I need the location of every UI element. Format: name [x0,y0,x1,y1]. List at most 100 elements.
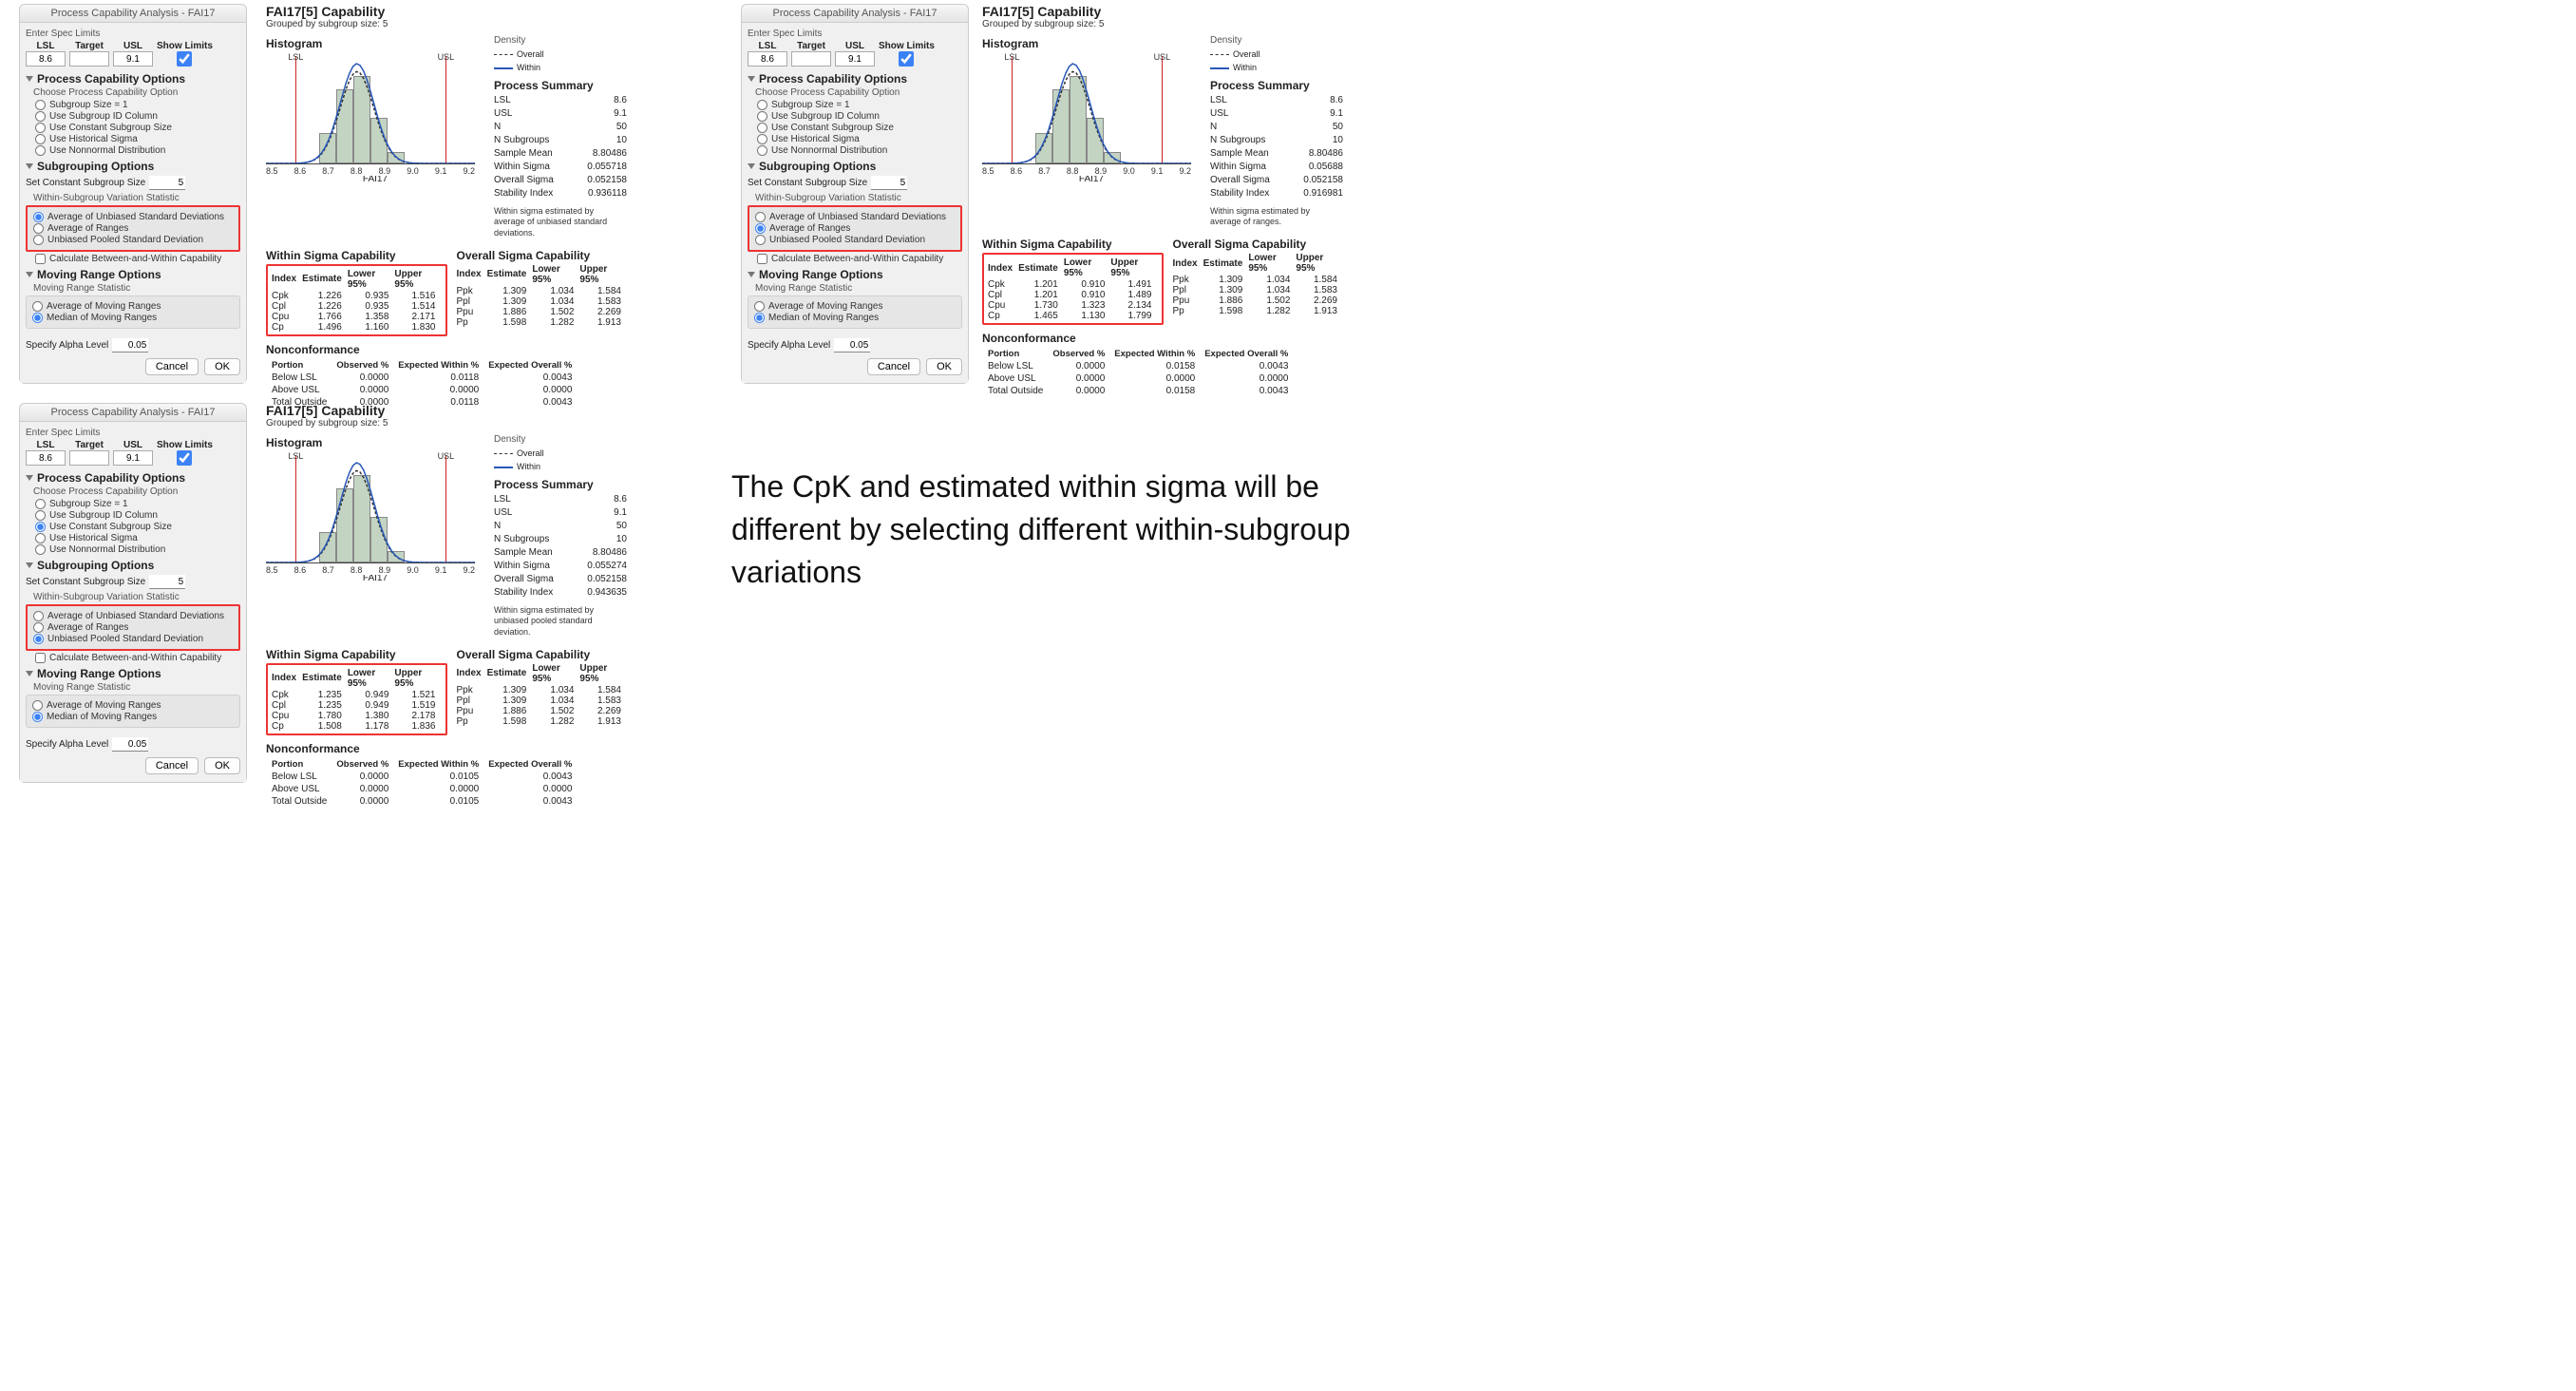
stat-title-label: Within-Subgroup Variation Statistic [33,592,240,602]
subgrouping-section[interactable]: Subgrouping Options [748,160,962,173]
pco-section[interactable]: Process Capability Options [748,72,962,86]
alpha-input[interactable] [834,338,870,353]
usl-header: USL [123,440,142,450]
set-const-input[interactable] [149,176,185,190]
cancel-button[interactable]: Cancel [145,757,199,774]
pco-nn-label: Use Nonnormal Distribution [49,544,165,555]
within-sigma-title: Within Sigma Capability [266,249,447,262]
pco-sub1-radio[interactable] [35,100,46,110]
lsl-header: LSL [37,41,55,51]
lsl-input[interactable] [26,450,66,466]
variation-stat-group: Average of Unbiased Standard DeviationsA… [26,604,240,651]
usl-input[interactable] [113,450,153,466]
overall-sigma-title: Overall Sigma Capability [1173,238,1344,251]
stat-avg_unbiased-radio[interactable] [33,212,44,222]
cancel-button[interactable]: Cancel [145,358,199,375]
calc-between-checkbox[interactable] [35,653,46,663]
usl-input[interactable] [113,51,153,67]
choose-option-label: Choose Process Capability Option [755,87,962,98]
lsl-label: LSL [288,52,303,62]
subgrouping-section[interactable]: Subgrouping Options [26,559,240,572]
pco-nn-radio[interactable] [35,544,46,555]
pco-useid-radio[interactable] [35,111,46,122]
variation-stat-group: Average of Unbiased Standard DeviationsA… [748,205,962,252]
pco-hist-radio[interactable] [35,533,46,543]
pco-const-radio[interactable] [35,123,46,133]
pco-section[interactable]: Process Capability Options [26,72,240,86]
lsl-input[interactable] [26,51,66,67]
capability-dialog: Process Capability Analysis - FAI17Enter… [741,4,969,384]
target-header: Target [797,41,825,51]
capability-dialog: Process Capability Analysis - FAI17Enter… [19,4,247,384]
pco-sub1-label: Subgroup Size = 1 [49,100,128,110]
moving-median-label: Median of Moving Ranges [47,712,157,722]
alpha-input[interactable] [112,737,148,752]
stat-avg_ranges-label: Average of Ranges [769,223,850,234]
moving-section[interactable]: Moving Range Options [26,268,240,281]
pco-nn-label: Use Nonnormal Distribution [771,145,887,156]
set-const-input[interactable] [149,575,185,589]
calc-between-checkbox[interactable] [35,254,46,264]
moving-median-radio[interactable] [754,313,765,323]
pco-useid-label: Use Subgroup ID Column [771,111,880,122]
pco-nn-radio[interactable] [35,145,46,156]
pco-sub1-radio[interactable] [757,100,767,110]
legend-overall: Overall [1233,48,1260,61]
histogram-chart: LSLUSL8.58.68.78.88.99.09.19.2 [982,52,1191,176]
ok-button[interactable]: OK [204,757,240,774]
show-limits-checkbox[interactable] [886,51,926,67]
moving-stat-label: Moving Range Statistic [33,283,240,294]
stat-pooled-radio[interactable] [33,634,44,644]
pco-useid-radio[interactable] [35,510,46,521]
target-input[interactable] [69,450,109,466]
calc-between-checkbox[interactable] [757,254,767,264]
moving-median-radio[interactable] [32,712,43,722]
histogram-title: Histogram [266,436,484,449]
ok-button[interactable]: OK [926,358,962,375]
pco-hist-radio[interactable] [35,134,46,144]
moving-avg-radio[interactable] [32,700,43,711]
pco-const-radio[interactable] [757,123,767,133]
legend-within: Within [517,61,540,74]
moving-median-radio[interactable] [32,313,43,323]
stat-avg_ranges-radio[interactable] [33,223,44,234]
moving-avg-radio[interactable] [32,301,43,312]
stat-avg_unbiased-radio[interactable] [33,611,44,621]
stat-avg_ranges-radio[interactable] [755,223,766,234]
nonconformance-table: PortionObserved %Expected Within %Expect… [982,347,1294,398]
subgrouping-section[interactable]: Subgrouping Options [26,160,240,173]
pco-sub1-radio[interactable] [35,499,46,509]
cancel-button[interactable]: Cancel [867,358,920,375]
pco-section[interactable]: Process Capability Options [26,471,240,485]
stat-pooled-radio[interactable] [33,235,44,245]
alpha-input[interactable] [112,338,148,353]
target-input[interactable] [69,51,109,67]
pco-nn-radio[interactable] [757,145,767,156]
moving-section[interactable]: Moving Range Options [26,667,240,680]
histogram-chart: LSLUSL8.58.68.78.88.99.09.19.2 [266,52,475,176]
pco-useid-radio[interactable] [757,111,767,122]
stat-avg_unbiased-radio[interactable] [755,212,766,222]
moving-avg-label: Average of Moving Ranges [768,301,882,312]
show-limits-checkbox[interactable] [164,450,204,466]
process-summary-table: LSL8.6USL9.1N50N Subgroups10Sample Mean8… [494,94,627,200]
moving-avg-radio[interactable] [754,301,765,312]
stat-avg_unbiased-label: Average of Unbiased Standard Deviations [769,212,946,222]
pco-const-radio[interactable] [35,522,46,532]
sigma-note: Within sigma estimated by average of unb… [494,206,627,239]
lsl-input[interactable] [748,51,787,67]
stat-avg_ranges-radio[interactable] [33,622,44,633]
ok-button[interactable]: OK [204,358,240,375]
dialog-title: Process Capability Analysis - FAI17 [20,5,246,23]
pco-hist-radio[interactable] [757,134,767,144]
moving-section[interactable]: Moving Range Options [748,268,962,281]
stat-pooled-radio[interactable] [755,235,766,245]
set-const-input[interactable] [871,176,907,190]
within-sigma-title: Within Sigma Capability [266,648,447,661]
target-input[interactable] [791,51,831,67]
show-limits-checkbox[interactable] [164,51,204,67]
choose-option-label: Choose Process Capability Option [33,486,240,497]
grouped-label: Grouped by subgroup size: 5 [982,19,1343,29]
annotation-text: The CpK and estimated within sigma will … [731,466,1415,593]
usl-input[interactable] [835,51,875,67]
